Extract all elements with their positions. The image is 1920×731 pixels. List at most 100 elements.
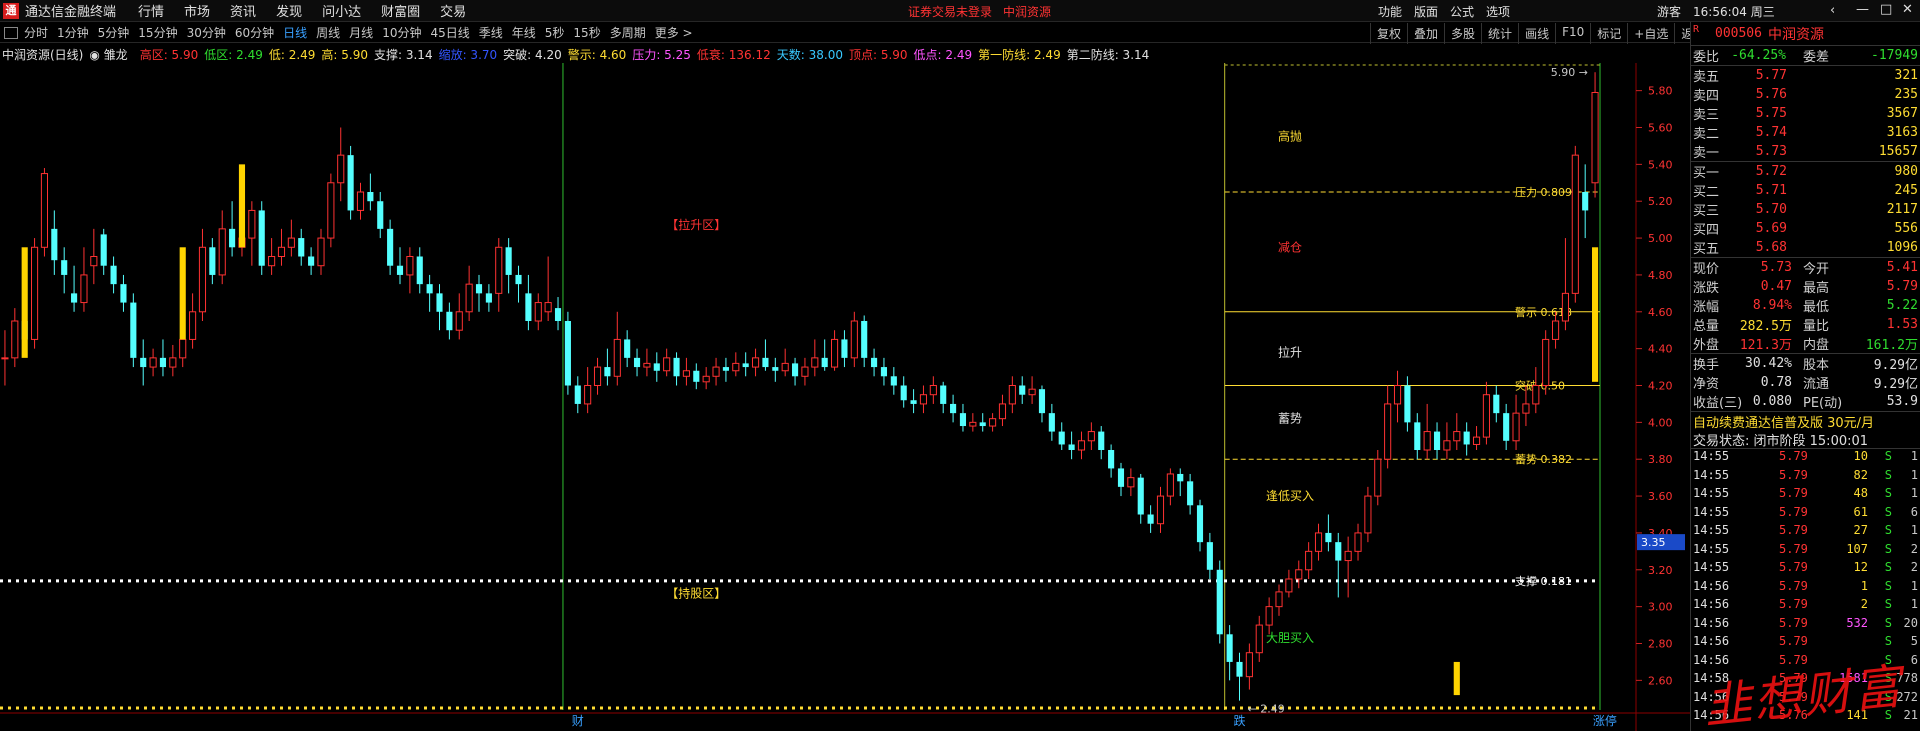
candle-body [198, 246, 207, 313]
weicha-value: -17949 [1871, 48, 1918, 63]
toolbar-add-watch[interactable]: +自选 [1627, 23, 1674, 44]
period-tab[interactable]: 15分钟 [138, 24, 177, 41]
toolbar-mark[interactable]: 标记 [1590, 23, 1627, 44]
stock-name: 中润资源 [1767, 26, 1824, 43]
row-label-2: 最低 [1803, 300, 1830, 315]
period-tab[interactable]: 年线 [512, 24, 536, 41]
menu-item-layout[interactable]: 版面 [1414, 3, 1438, 20]
ask-row[interactable]: 卖四 5.76 235 [1691, 85, 1920, 104]
candle-body [1038, 389, 1046, 414]
period-tab[interactable]: 45日线 [430, 24, 469, 41]
tick-volume: 1 [1860, 578, 1868, 593]
bid-volume: 2117 [1886, 202, 1918, 217]
bid-price: 5.72 [1755, 164, 1787, 179]
candle-body [1068, 444, 1075, 450]
tick-time: 14:55 [1693, 541, 1730, 556]
kline-chart[interactable]: 2.60 2.80 3.00 3.20 3.40 3.60 3.80 4.00 4.20 4.40… [0, 63, 1690, 731]
indicator-formula[interactable]: ◉ 雏龙 [89, 46, 133, 63]
zone-label: 【拉升区】 [666, 217, 726, 232]
toolbar-overlay[interactable]: 叠加 [1407, 23, 1444, 44]
sidebar-toggle-icon[interactable] [4, 26, 18, 39]
tick-row: 14:56 5.79 1 S 1 [1691, 579, 1920, 598]
candle-body [1028, 388, 1036, 396]
row-value: 282.5万 [1739, 319, 1792, 334]
period-tab[interactable]: 季线 [479, 24, 503, 41]
indicator-value: 低: 2.49 [268, 48, 316, 62]
bid-row[interactable]: 买五 5.68 1096 [1691, 238, 1920, 257]
bid-label: 买一 [1693, 166, 1720, 181]
candle-body [347, 155, 354, 211]
period-tab[interactable]: 5分钟 [98, 24, 130, 41]
menu-item-function[interactable]: 功能 [1378, 3, 1402, 20]
menu-item-options[interactable]: 选项 [1486, 3, 1510, 20]
back-arrow-icon[interactable]: ‹ [1830, 3, 1835, 18]
candle-body [1077, 440, 1086, 451]
bid-row[interactable]: 买三 5.70 2117 [1691, 200, 1920, 219]
menu-item-news[interactable]: 资讯 [230, 1, 256, 20]
bid-volume: 1096 [1886, 240, 1918, 255]
toolbar-adjust[interactable]: 复权 [1370, 23, 1407, 44]
toolbar-multi[interactable]: 多股 [1444, 23, 1481, 44]
period-tab[interactable]: 1分钟 [57, 24, 89, 41]
clock: 16:56:04 周三 [1693, 5, 1775, 19]
minimize-icon[interactable]: — [1856, 2, 1869, 17]
ask-label: 卖二 [1693, 127, 1720, 142]
menu-item-formula[interactable]: 公式 [1450, 3, 1474, 20]
candle-body [1482, 394, 1490, 438]
menu-item-trade[interactable]: 交易 [440, 1, 466, 20]
period-tab[interactable]: 10分钟 [382, 24, 421, 41]
menu-item-quotes[interactable]: 行情 [138, 1, 164, 20]
period-tab[interactable]: 多周期 [610, 24, 646, 41]
candle-body [90, 256, 98, 267]
stat-row: 现价 5.73 今开 5.41 [1691, 258, 1920, 277]
period-tab[interactable]: 30分钟 [187, 24, 226, 41]
toolbar-draw[interactable]: 画线 [1518, 23, 1555, 44]
candle-body [841, 339, 848, 358]
candle-body [159, 357, 167, 368]
period-tab[interactable]: 分时 [24, 24, 48, 41]
candle-body [327, 182, 335, 239]
weibi-label: 委比 [1693, 50, 1720, 65]
ask-row[interactable]: 卖五 5.77 321 [1691, 66, 1920, 85]
maximize-icon[interactable]: □ [1880, 2, 1892, 17]
period-tab[interactable]: 5秒 [545, 24, 565, 41]
login-notice[interactable]: 证券交易未登录 [908, 3, 992, 20]
band-label: 大胆买入 [1266, 631, 1314, 645]
period-tab[interactable]: 月线 [349, 24, 373, 41]
tick-side: S [1884, 578, 1892, 593]
candle-body [436, 293, 443, 312]
period-tab[interactable]: 15秒 [573, 24, 600, 41]
menu-item-market[interactable]: 市场 [184, 1, 210, 20]
candle-body [1414, 422, 1421, 450]
close-icon[interactable]: ✕ [1902, 2, 1913, 17]
toolbar-f10[interactable]: F10 [1555, 23, 1590, 44]
bid-row[interactable]: 买四 5.69 556 [1691, 219, 1920, 238]
candle-body [821, 357, 828, 368]
bid-row[interactable]: 买一 5.72 980 [1691, 162, 1920, 181]
tick-count: 1 [1910, 523, 1918, 537]
menu-item-wealth[interactable]: 财富圈 [381, 1, 420, 20]
bid-row[interactable]: 买二 5.71 245 [1691, 181, 1920, 200]
promo-banner[interactable]: 自动续费通达信普及版 30元/月 [1691, 411, 1920, 431]
toolbar-stats[interactable]: 统计 [1481, 23, 1518, 44]
ask-row[interactable]: 卖三 5.75 3567 [1691, 104, 1920, 123]
ask-row[interactable]: 卖二 5.74 3163 [1691, 123, 1920, 142]
candle-body [1058, 431, 1065, 445]
period-tab[interactable]: 60分钟 [235, 24, 274, 41]
candle-body [110, 265, 117, 285]
ask-label: 卖三 [1693, 108, 1720, 123]
ask-price: 5.74 [1755, 125, 1787, 140]
ask-row[interactable]: 卖一 5.73 15657 [1691, 142, 1920, 161]
menu-item-ask[interactable]: 问小达 [322, 1, 361, 20]
period-tab[interactable]: 周线 [316, 24, 340, 41]
candle-body [209, 247, 216, 275]
guest-account[interactable]: 游客 [1657, 3, 1681, 20]
right-menu: 功能 版面 公式 选项 [1378, 3, 1522, 20]
period-tab-active[interactable]: 日线 [283, 24, 307, 41]
candle-body [1551, 320, 1560, 340]
period-more[interactable]: 更多 > [655, 24, 693, 41]
menu-item-discover[interactable]: 发现 [276, 1, 302, 20]
tick-count: 1 [1910, 467, 1918, 482]
stat-row: 外盘 121.3万 内盘 161.2万 [1691, 334, 1920, 353]
candle-body [317, 237, 325, 267]
